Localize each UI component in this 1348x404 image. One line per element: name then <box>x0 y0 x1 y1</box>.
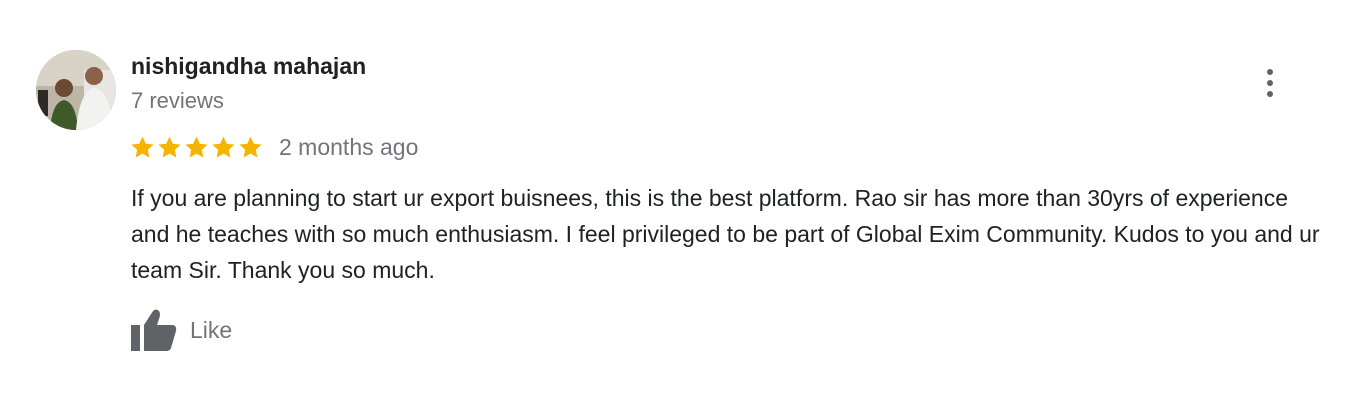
like-label: Like <box>190 317 233 343</box>
more-vert-icon-dot <box>1267 80 1273 86</box>
review-card: nishigandha mahajan 7 reviews 2 months a… <box>0 0 1348 404</box>
avatar[interactable] <box>36 50 116 130</box>
more-vert-icon <box>1267 69 1273 75</box>
avatar-photo <box>36 50 116 130</box>
thumb-up-icon <box>131 309 177 351</box>
rating-row: 2 months ago <box>130 132 418 162</box>
like-button[interactable]: Like <box>131 308 232 352</box>
more-options-button[interactable] <box>1256 66 1284 100</box>
star-icon <box>239 136 262 157</box>
author-name[interactable]: nishigandha mahajan <box>131 51 366 81</box>
review-date: 2 months ago <box>279 134 419 160</box>
star-icon <box>212 136 235 157</box>
review-count[interactable]: 7 reviews <box>131 86 224 116</box>
star-icon <box>131 136 154 157</box>
star-icon <box>158 136 181 157</box>
review-text: If you are planning to start ur export b… <box>131 185 1320 283</box>
more-vert-icon-dot <box>1267 91 1273 97</box>
star-rating <box>130 135 263 160</box>
star-icon <box>185 136 208 157</box>
